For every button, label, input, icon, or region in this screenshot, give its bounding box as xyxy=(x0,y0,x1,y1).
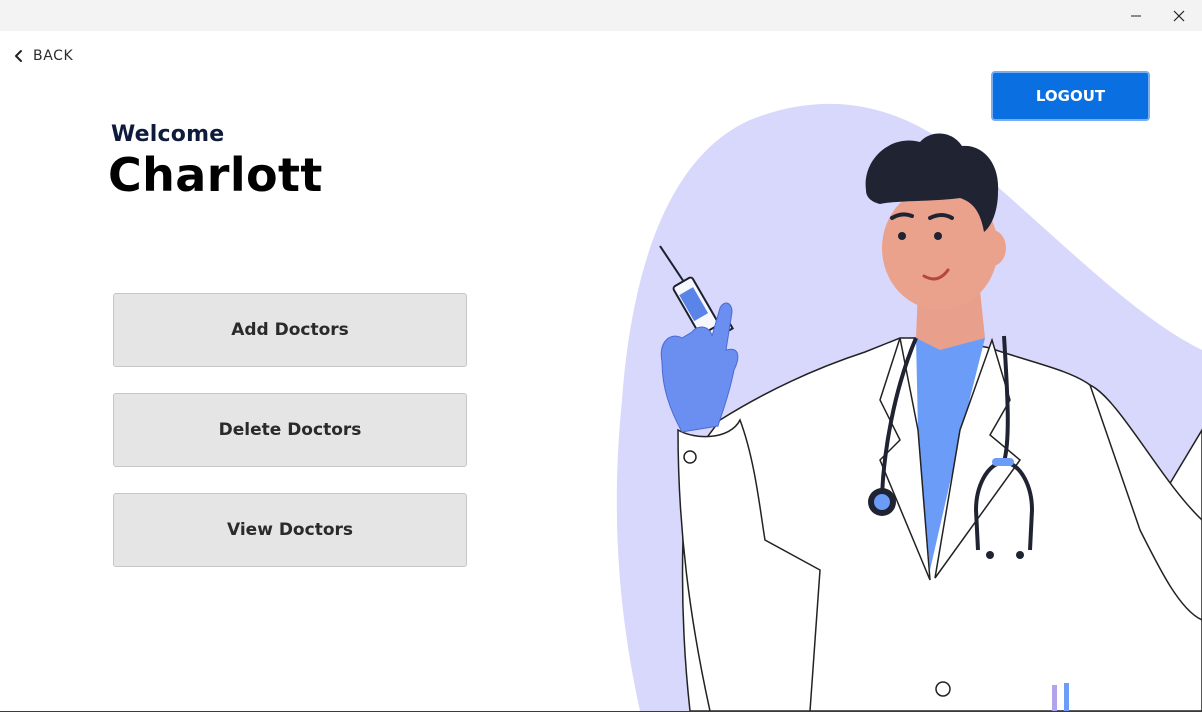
back-label: BACK xyxy=(33,48,74,64)
back-button[interactable]: BACK xyxy=(14,46,73,66)
view-doctors-button[interactable]: View Doctors xyxy=(113,493,467,567)
welcome-text: Welcome xyxy=(111,122,225,147)
minimize-icon xyxy=(1131,15,1141,16)
doctor-illustration xyxy=(616,103,1202,711)
user-name: Charlott xyxy=(108,148,323,202)
delete-doctors-button[interactable]: Delete Doctors xyxy=(113,393,467,467)
logout-button[interactable]: LOGOUT xyxy=(991,71,1150,121)
minimize-button[interactable] xyxy=(1114,0,1158,31)
close-button[interactable] xyxy=(1157,0,1201,31)
add-doctors-button[interactable]: Add Doctors xyxy=(113,293,467,367)
app-window: BACK Welcome Charlott Add Doctors Delete… xyxy=(0,0,1202,712)
close-icon xyxy=(1173,10,1185,21)
title-bar xyxy=(0,0,1202,31)
chevron-left-icon xyxy=(15,50,22,62)
